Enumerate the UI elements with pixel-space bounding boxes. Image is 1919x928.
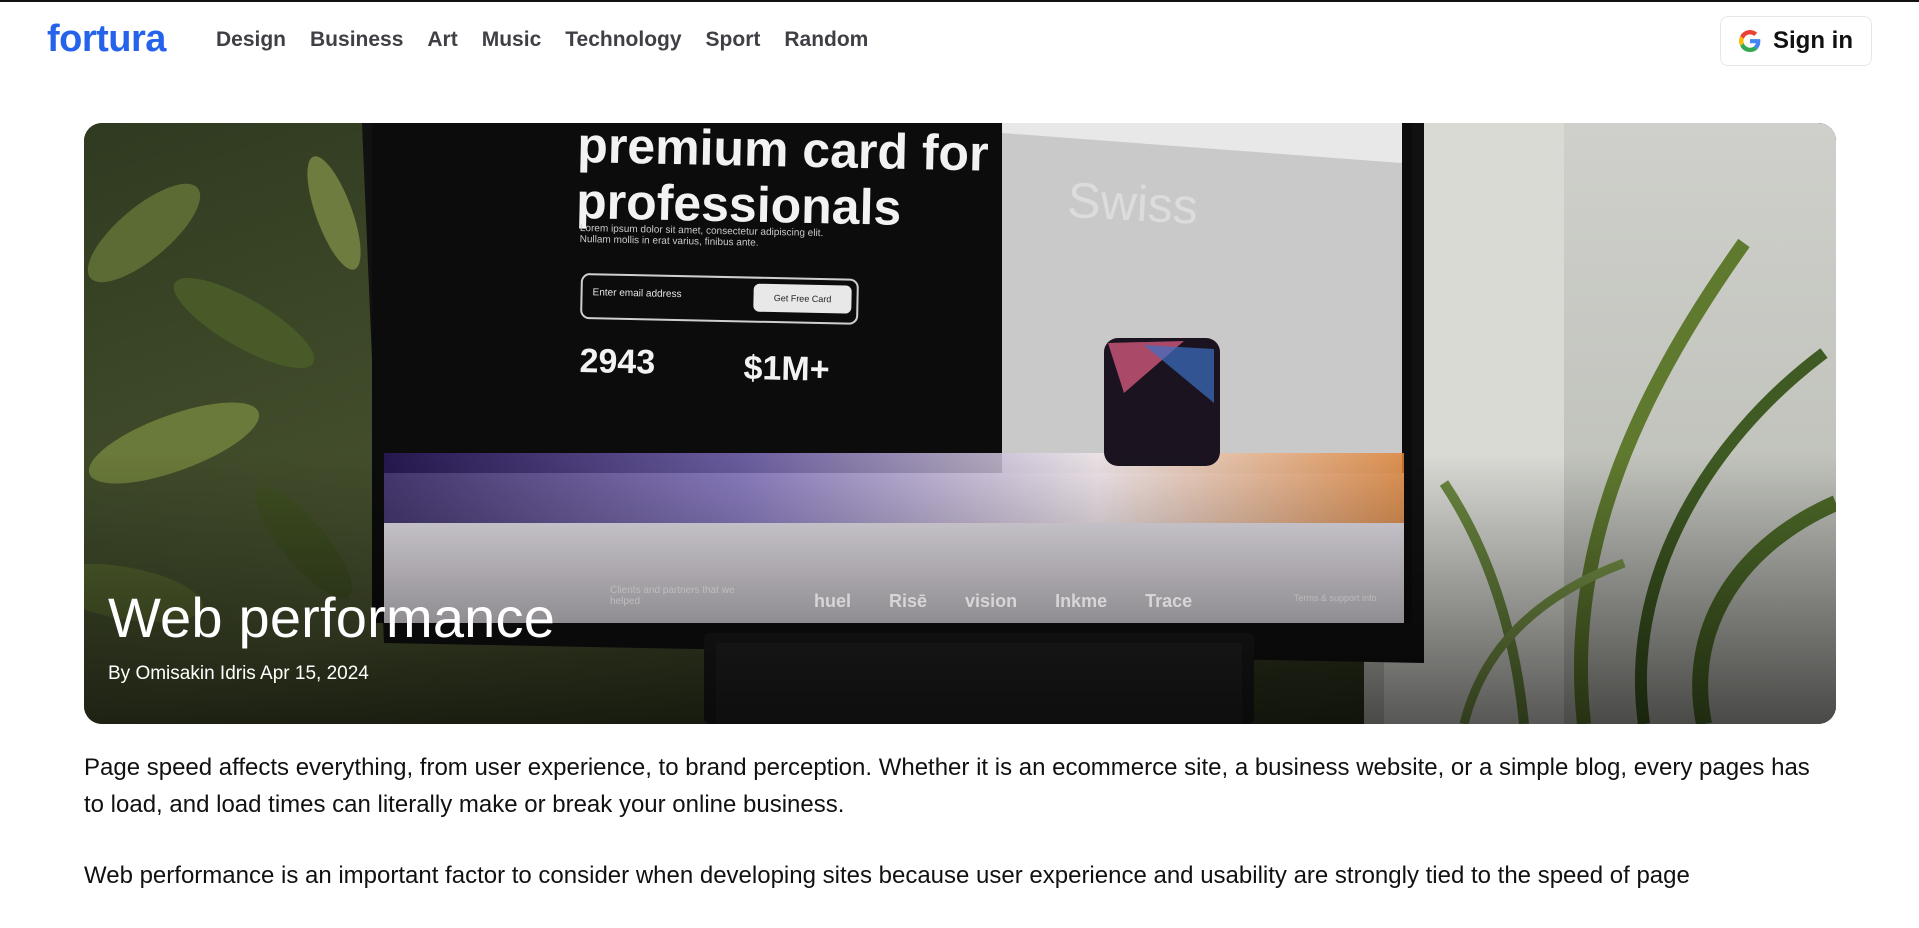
site-logo[interactable]: fortura xyxy=(47,18,166,61)
article-paragraph: Page speed affects everything, from user… xyxy=(84,754,1810,818)
partner-logo: Inkme xyxy=(1055,591,1108,611)
screen-brand-text: Swiss xyxy=(1066,171,1200,235)
screen-clients-text: Clients and partners that we helped xyxy=(610,585,735,607)
screen-headline: premium card for professionals xyxy=(575,123,990,236)
article-byline: By Omisakin Idris Apr 15, 2024 xyxy=(108,663,369,684)
sign-in-button[interactable]: Sign in xyxy=(1720,16,1872,66)
sign-in-label: Sign in xyxy=(1773,27,1853,54)
article-title: Web performance xyxy=(108,586,556,649)
screen-partner-logos: huel Risē vision Inkme Trace xyxy=(814,591,1192,612)
nav-link-music[interactable]: Music xyxy=(482,28,542,52)
partner-logo: huel xyxy=(814,591,852,611)
nav-link-random[interactable]: Random xyxy=(784,28,868,52)
nav-link-design[interactable]: Design xyxy=(216,28,286,52)
screen-email-placeholder: Enter email address xyxy=(592,287,682,301)
partner-logo: Trace xyxy=(1145,591,1193,611)
nav-link-technology[interactable]: Technology xyxy=(565,28,681,52)
screen-stat-revenue: $1M+ xyxy=(743,349,830,389)
article-body: Page speed affects everything, from user… xyxy=(84,749,1836,928)
google-icon xyxy=(1739,30,1761,52)
article-paragraph: Web performance is an important factor t… xyxy=(84,862,1690,889)
screen-fineprint: Terms & support info xyxy=(1294,593,1377,603)
nav-link-art[interactable]: Art xyxy=(427,28,457,52)
partner-logo: Risē xyxy=(889,591,928,611)
hero-banner[interactable]: premium card for professionals Lorem ips… xyxy=(84,123,1836,724)
nav-link-sport[interactable]: Sport xyxy=(706,28,761,52)
screen-stat-users: 2943 xyxy=(579,342,656,382)
partner-logo: vision xyxy=(965,591,1018,611)
screen-email-button: Get Free Card xyxy=(753,283,852,314)
top-navigation-bar: fortura Design Business Art Music Techno… xyxy=(0,2,1919,82)
screen-email-field: Enter email address Get Free Card xyxy=(580,273,859,325)
main-nav: Design Business Art Music Technology Spo… xyxy=(216,28,868,52)
nav-link-business[interactable]: Business xyxy=(310,28,403,52)
